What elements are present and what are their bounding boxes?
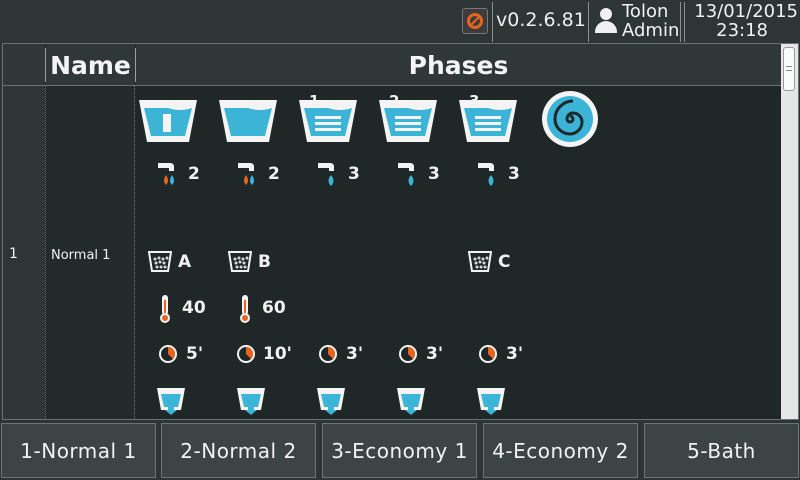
separator — [680, 2, 681, 42]
user-role: Admin — [622, 20, 680, 41]
temperature-value: 60 — [262, 298, 286, 318]
water-cold-icon — [476, 161, 498, 193]
water-level-value: 3 — [348, 164, 360, 184]
drain-icon — [316, 386, 346, 420]
row-name: Normal 1 — [51, 248, 111, 263]
duration-value: 3' — [346, 344, 364, 364]
separator — [588, 2, 589, 42]
spin-icon — [541, 90, 599, 148]
thermometer-icon — [158, 294, 172, 328]
water-level-value: 3 — [428, 164, 440, 184]
duration-value: 5' — [186, 344, 204, 364]
user-name: Tolon — [622, 1, 669, 22]
rinse-tub-icon: 2 — [377, 92, 439, 144]
name-column-header: Name — [46, 44, 135, 86]
separator — [135, 48, 136, 82]
version-label: v0.2.6.81 — [496, 9, 586, 31]
program-tab-5[interactable]: 5-Bath — [644, 423, 799, 478]
detergent-icon — [227, 250, 253, 276]
user-icon — [594, 6, 618, 34]
program-tab-1[interactable]: 1-Normal 1 — [1, 423, 156, 478]
drain-icon — [476, 386, 506, 420]
time-label: 23:18 — [716, 20, 768, 41]
separator — [684, 2, 685, 42]
detergent-value: A — [178, 252, 192, 272]
phases-column-header: Phases — [136, 44, 781, 86]
duration-value: 3' — [426, 344, 444, 364]
rinse-number: 2 — [389, 92, 400, 110]
prewash-tub-icon — [137, 96, 199, 144]
timer-icon — [236, 344, 256, 368]
row-name-cell[interactable]: Normal 1 — [45, 86, 135, 419]
water-hot-cold-icon — [236, 161, 258, 193]
thermometer-icon — [238, 294, 252, 328]
drain-icon — [236, 386, 266, 420]
status-bar: v0.2.6.81 Tolon Admin 13/01/2015 23:18 — [0, 0, 800, 43]
row-index-cell[interactable]: 1 — [3, 86, 45, 419]
vertical-scrollbar[interactable] — [781, 44, 798, 419]
rinse-number: 1 — [309, 92, 320, 110]
program-tab-4[interactable]: 4-Economy 2 — [483, 423, 638, 478]
temperature-value: 40 — [182, 298, 206, 318]
detergent-icon — [467, 250, 493, 276]
water-cold-icon — [316, 161, 338, 193]
timer-icon — [158, 344, 178, 368]
index-column-header — [3, 44, 45, 86]
drain-icon — [396, 386, 426, 420]
stop-icon[interactable] — [462, 8, 488, 34]
water-hot-cold-icon — [156, 161, 178, 193]
programs-table: Name Phases 1 Normal 1 1 2 3 2 2 3 3 3 A… — [2, 43, 799, 458]
date-label: 13/01/2015 — [694, 1, 798, 22]
separator — [45, 48, 46, 82]
detergent-icon — [147, 250, 173, 276]
scrollbar-thumb[interactable] — [783, 47, 795, 91]
program-tabs: 1-Normal 1 2-Normal 2 3-Economy 1 4-Econ… — [0, 421, 800, 480]
water-cold-icon — [396, 161, 418, 193]
duration-value: 3' — [506, 344, 524, 364]
row-index: 1 — [9, 246, 18, 262]
wash-tub-icon — [217, 96, 279, 144]
program-tab-2[interactable]: 2-Normal 2 — [161, 423, 316, 478]
separator — [492, 2, 493, 42]
timer-icon — [478, 344, 498, 368]
drain-icon — [156, 386, 186, 420]
duration-value: 10' — [263, 344, 292, 364]
water-level-value: 3 — [508, 164, 520, 184]
program-tab-3[interactable]: 3-Economy 1 — [322, 423, 477, 478]
detergent-value: B — [258, 252, 271, 272]
detergent-value: C — [498, 252, 511, 272]
rinse-tub-icon: 1 — [297, 92, 359, 144]
water-level-value: 2 — [188, 164, 200, 184]
timer-icon — [398, 344, 418, 368]
timer-icon — [318, 344, 338, 368]
rinse-tub-icon: 3 — [457, 92, 519, 144]
rinse-number: 3 — [469, 92, 480, 110]
phases-cell[interactable]: 1 2 3 2 2 3 3 3 A B C 40 60 5' 10' 3' 3'… — [136, 86, 781, 458]
water-level-value: 2 — [268, 164, 280, 184]
